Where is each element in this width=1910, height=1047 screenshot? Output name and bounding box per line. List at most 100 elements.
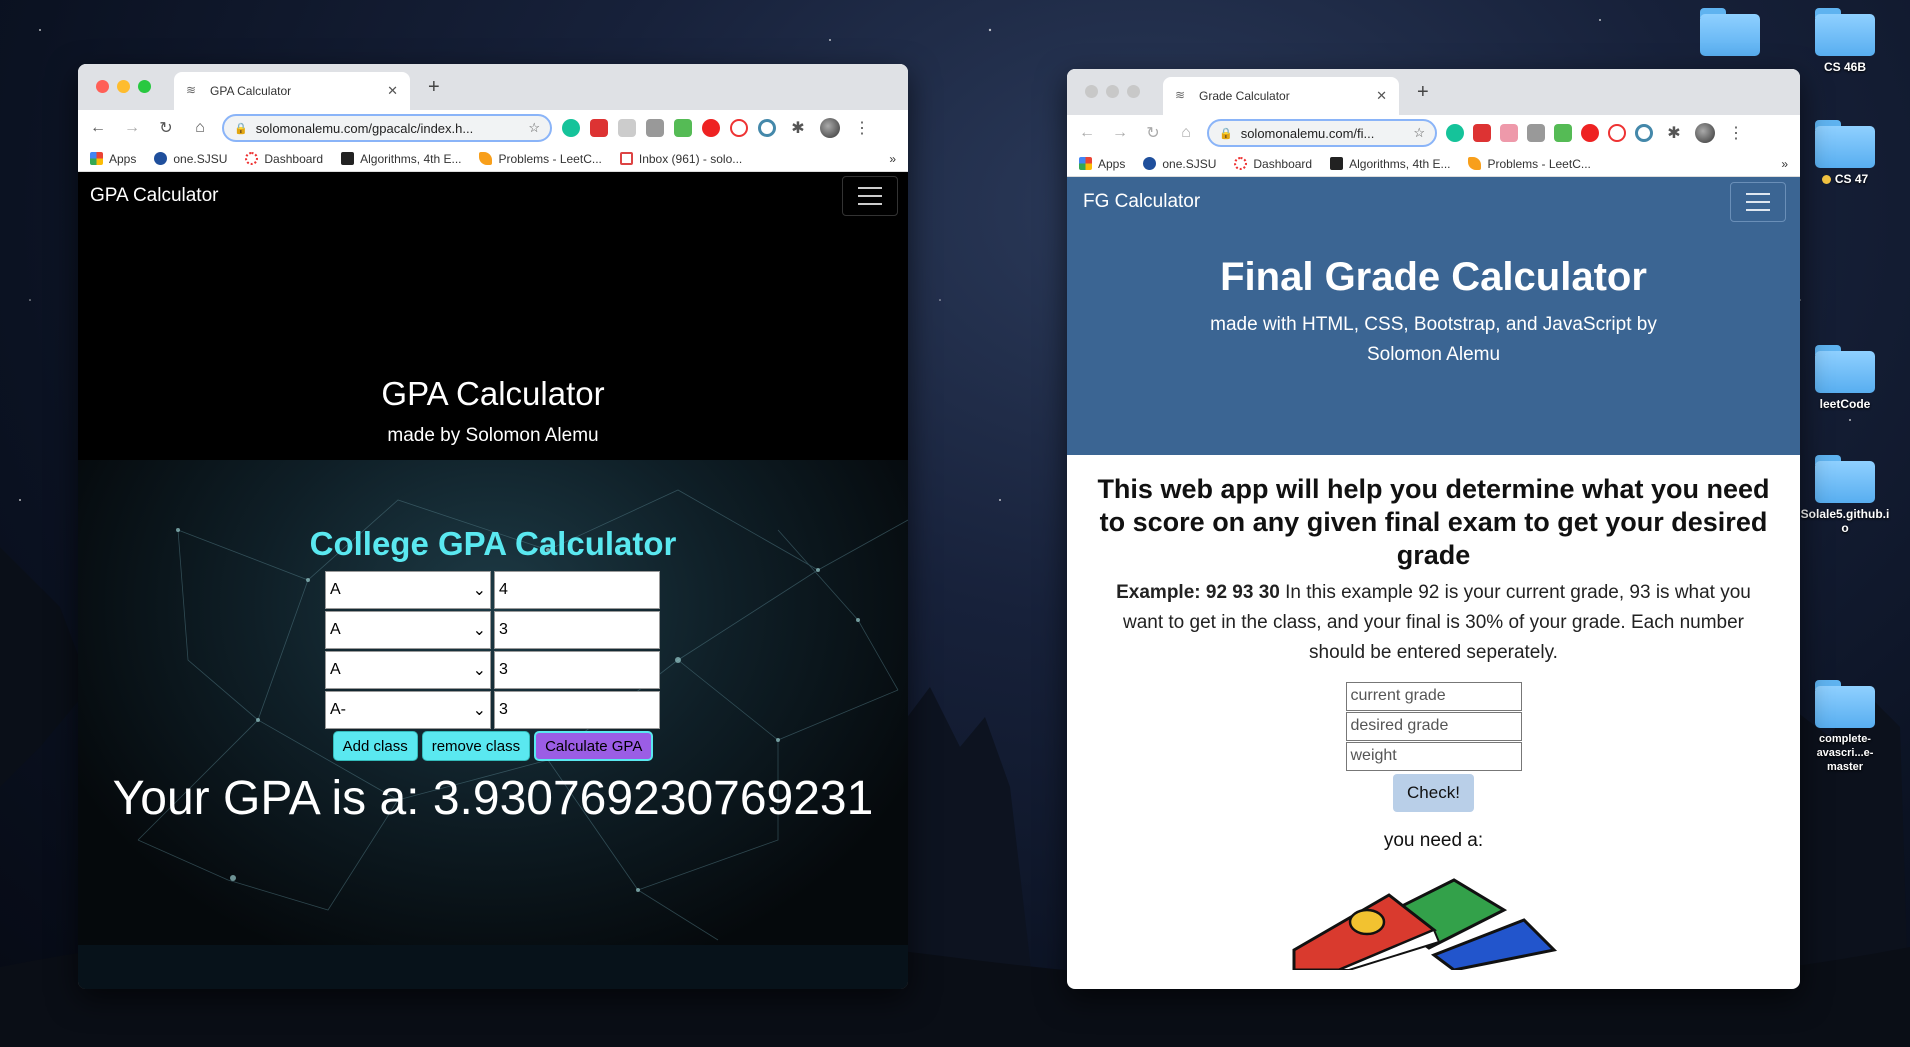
extension-target-icon[interactable] xyxy=(758,119,776,137)
bookmark-star-icon[interactable]: ☆ xyxy=(1413,125,1425,141)
hero-title: GPA Calculator xyxy=(381,375,605,412)
grade-select[interactable]: A- ⌄ xyxy=(325,691,491,729)
desktop-folder-leetcode[interactable]: leetCode xyxy=(1800,345,1890,411)
camera-extension-icon[interactable] xyxy=(646,119,664,137)
weight-input[interactable]: weight xyxy=(1345,742,1522,771)
desktop-folder-cs47[interactable]: CS 47 xyxy=(1800,120,1890,186)
current-grade-input[interactable]: current grade xyxy=(1345,682,1522,711)
extension-green-icon[interactable] xyxy=(1554,124,1572,142)
bookmark-apps[interactable]: Apps xyxy=(1079,157,1125,171)
extension-shield-icon[interactable] xyxy=(1581,124,1599,142)
bookmark-onesjsu[interactable]: one.SJSU xyxy=(1143,157,1216,171)
credits-input[interactable]: 3 xyxy=(494,651,660,689)
bookmark-inbox[interactable]: Inbox (961) - solo... xyxy=(619,152,742,166)
footer xyxy=(78,945,908,989)
extension-play-icon[interactable] xyxy=(730,119,748,137)
new-tab-button[interactable]: + xyxy=(1417,81,1429,104)
minimize-window-button[interactable] xyxy=(117,80,130,93)
hamburger-menu-icon[interactable] xyxy=(842,176,898,216)
new-tab-button[interactable]: + xyxy=(428,76,440,99)
hero-subtitle: made by Solomon Alemu xyxy=(387,425,599,446)
grade-select[interactable]: A ⌄ xyxy=(325,611,491,649)
address-bar[interactable]: 🔒 solomonalemu.com/gpacalc/index.h... ☆ xyxy=(222,114,552,142)
tab-title: Grade Calculator xyxy=(1199,89,1290,103)
bookmark-apps[interactable]: Apps xyxy=(90,152,136,166)
desktop-folder-cs46b-labelled[interactable]: CS 46B xyxy=(1800,8,1890,74)
desktop-folder-solale5[interactable]: Solale5.github.io xyxy=(1800,455,1890,535)
back-arrow-icon[interactable]: ← xyxy=(86,119,110,137)
desired-grade-input[interactable]: desired grade xyxy=(1345,712,1522,741)
extension-mail-icon[interactable] xyxy=(618,119,636,137)
home-icon[interactable]: ⌂ xyxy=(1174,124,1198,142)
extensions-puzzle-icon[interactable]: ✱ xyxy=(786,118,810,138)
close-window-button[interactable] xyxy=(1085,85,1098,98)
calculate-gpa-button[interactable]: Calculate GPA xyxy=(534,731,654,761)
extension-red-icon[interactable] xyxy=(1473,124,1491,142)
maximize-window-button[interactable] xyxy=(138,80,151,93)
bookmark-algorithms[interactable]: Algorithms, 4th E... xyxy=(341,152,461,166)
bookmark-star-icon[interactable]: ☆ xyxy=(528,120,540,136)
hamburger-menu-icon[interactable] xyxy=(1730,182,1786,222)
desktop-icon-label: leetCode xyxy=(1819,397,1871,411)
credits-input[interactable]: 4 xyxy=(494,571,660,609)
profile-avatar[interactable] xyxy=(1695,123,1715,143)
bookmark-dashboard[interactable]: Dashboard xyxy=(245,152,323,166)
check-button[interactable]: Check! xyxy=(1393,774,1474,812)
extension-face-icon[interactable] xyxy=(1500,124,1518,142)
browser-tab[interactable]: ≋ Grade Calculator ✕ xyxy=(1163,77,1399,115)
intro-heading: This web app will help you determine wha… xyxy=(1097,474,1770,570)
add-class-button[interactable]: Add class xyxy=(332,731,418,761)
grade-select[interactable]: A ⌄ xyxy=(325,571,491,609)
browser-toolbar: ← → ↻ ⌂ 🔒 solomonalemu.com/gpacalc/index… xyxy=(78,110,908,146)
url-text: solomonalemu.com/fi... xyxy=(1240,125,1375,141)
remove-class-button[interactable]: remove class xyxy=(421,731,531,761)
grammarly-extension-icon[interactable] xyxy=(1446,124,1464,142)
folder-icon xyxy=(1815,455,1875,503)
navbar-brand[interactable]: GPA Calculator xyxy=(90,185,218,207)
bookmark-algorithms[interactable]: Algorithms, 4th E... xyxy=(1330,157,1450,171)
navbar: GPA Calculator xyxy=(78,172,908,220)
bookmark-onesjsu[interactable]: one.SJSU xyxy=(154,152,227,166)
credits-input[interactable]: 3 xyxy=(494,691,660,729)
more-bookmarks-icon[interactable]: » xyxy=(1781,157,1788,171)
reload-icon[interactable]: ↻ xyxy=(154,118,178,138)
address-bar[interactable]: 🔒 solomonalemu.com/fi... ☆ xyxy=(1207,119,1437,147)
extensions-puzzle-icon[interactable]: ✱ xyxy=(1662,123,1686,143)
chevron-down-icon: ⌄ xyxy=(472,582,486,599)
close-tab-icon[interactable]: ✕ xyxy=(387,83,398,99)
forward-arrow-icon[interactable]: → xyxy=(1108,124,1132,142)
grade-select[interactable]: A ⌄ xyxy=(325,651,491,689)
browser-tab[interactable]: ≋ GPA Calculator ✕ xyxy=(174,72,410,110)
reload-icon[interactable]: ↻ xyxy=(1141,123,1165,143)
close-window-button[interactable] xyxy=(96,80,109,93)
fg-browser-window: ≋ Grade Calculator ✕ + ← → ↻ ⌂ 🔒 solomon… xyxy=(1067,69,1800,989)
menu-dots-icon[interactable]: ⋮ xyxy=(1724,123,1748,143)
bookmark-leetcode[interactable]: Problems - LeetC... xyxy=(479,152,602,166)
menu-dots-icon[interactable]: ⋮ xyxy=(850,118,874,138)
bookmarks-bar: Apps one.SJSU Dashboard Algorithms, 4th … xyxy=(78,146,908,172)
extension-shield-icon[interactable] xyxy=(702,119,720,137)
home-icon[interactable]: ⌂ xyxy=(188,119,212,137)
navbar-brand[interactable]: FG Calculator xyxy=(1083,191,1200,213)
extension-red-icon[interactable] xyxy=(590,119,608,137)
maximize-window-button[interactable] xyxy=(1127,85,1140,98)
forward-arrow-icon[interactable]: → xyxy=(120,119,144,137)
bookmark-dashboard[interactable]: Dashboard xyxy=(1234,157,1312,171)
gpa-buttons: Add class remove class Calculate GPA xyxy=(78,731,908,761)
close-tab-icon[interactable]: ✕ xyxy=(1376,88,1387,104)
bookmark-leetcode[interactable]: Problems - LeetC... xyxy=(1468,157,1591,171)
profile-avatar[interactable] xyxy=(820,118,840,138)
extension-target-icon[interactable] xyxy=(1635,124,1653,142)
desktop-folder-cs46b[interactable] xyxy=(1685,8,1775,60)
window-controls xyxy=(96,80,151,93)
back-arrow-icon[interactable]: ← xyxy=(1075,124,1099,142)
grammarly-extension-icon[interactable] xyxy=(562,119,580,137)
camera-extension-icon[interactable] xyxy=(1527,124,1545,142)
minimize-window-button[interactable] xyxy=(1106,85,1119,98)
credits-input[interactable]: 3 xyxy=(494,611,660,649)
extension-play-icon[interactable] xyxy=(1608,124,1626,142)
more-bookmarks-icon[interactable]: » xyxy=(889,152,896,166)
extension-green-icon[interactable] xyxy=(674,119,692,137)
gpa-result: Your GPA is a: 3.930769230769231 xyxy=(112,772,874,825)
desktop-folder-complete[interactable]: complete- avascri...e-master xyxy=(1800,680,1890,774)
